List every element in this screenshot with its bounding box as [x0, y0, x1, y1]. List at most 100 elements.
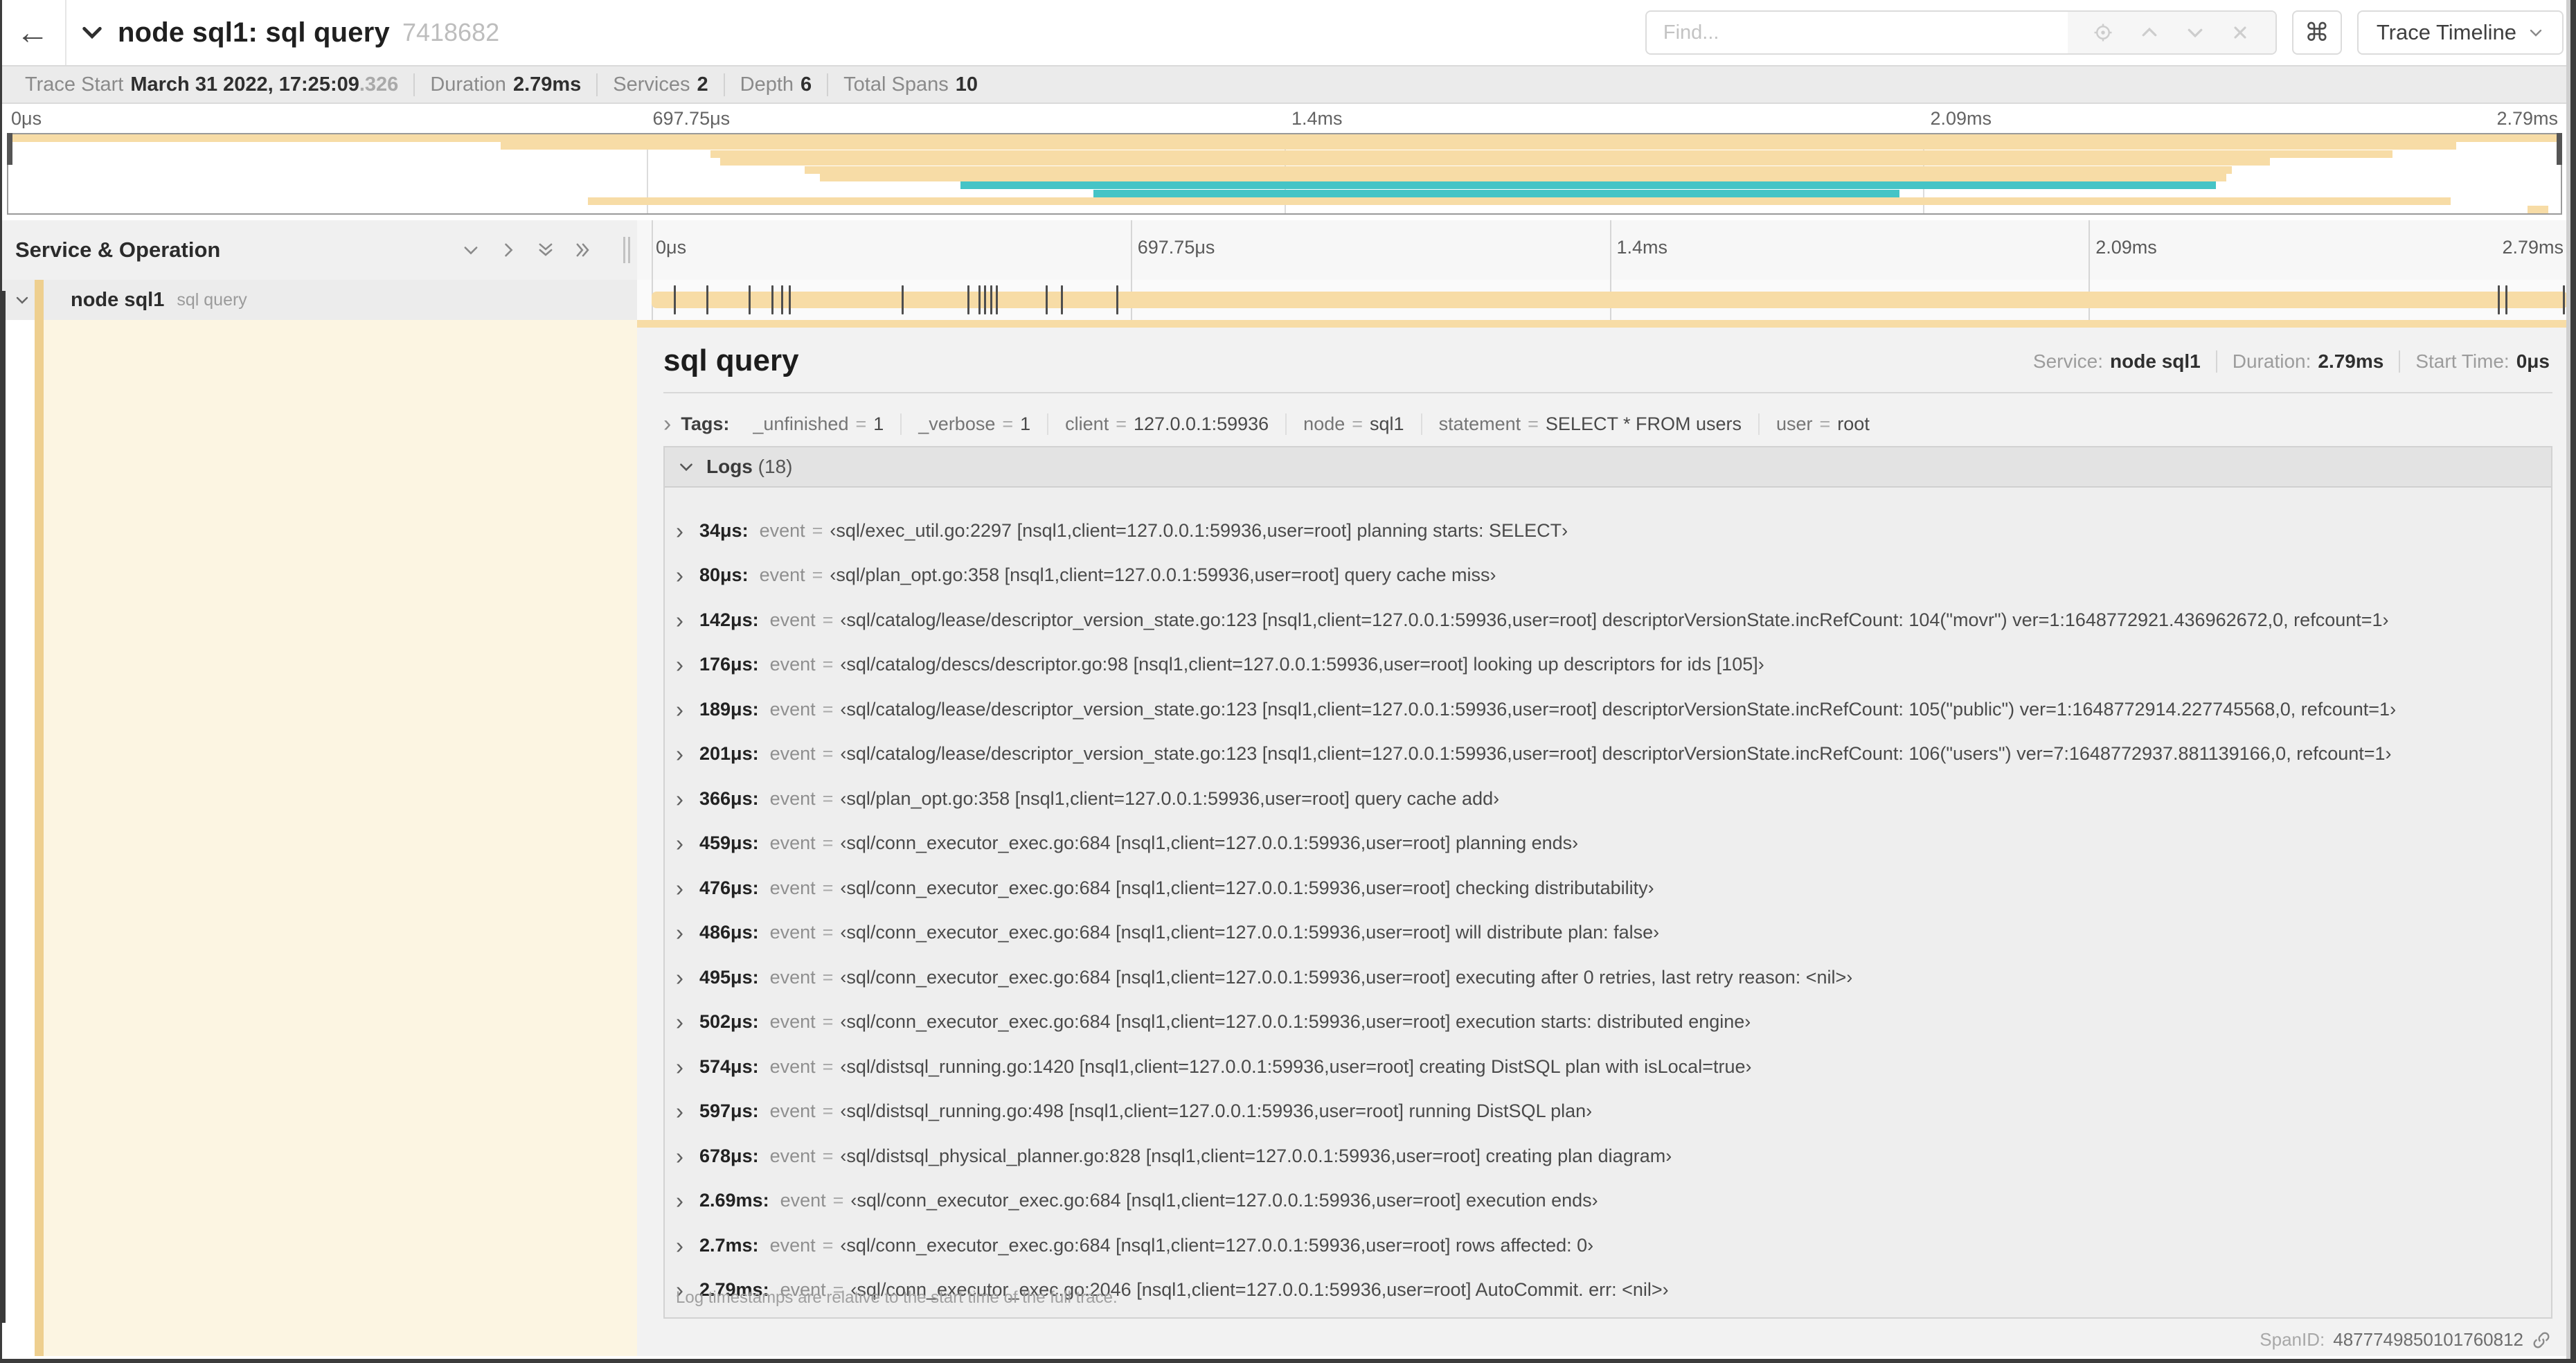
log-field-key: event — [769, 877, 816, 898]
detail-operation-title: sql query — [663, 344, 799, 377]
log-field-key: event — [769, 1011, 816, 1033]
back-button[interactable]: ← — [0, 0, 66, 65]
span-row-timeline-cell[interactable] — [637, 280, 2570, 320]
span-service-name: node sql1 — [71, 288, 165, 311]
minimap-canvas[interactable] — [7, 133, 2562, 215]
log-field-value: ‹sql/catalog/lease/descriptor_version_st… — [840, 698, 2397, 720]
minimap-left-handle[interactable] — [7, 133, 12, 165]
tag-item: client = 127.0.0.1:59936 — [1047, 413, 1285, 435]
equals-sign: = — [1002, 413, 1014, 434]
log-entry[interactable]: › 189μs: event = ‹sql/catalog/lease/descript… — [676, 687, 2551, 732]
log-field-value: ‹sql/catalog/lease/descriptor_version_st… — [840, 609, 2389, 630]
tag-item: _verbose = 1 — [900, 413, 1047, 435]
log-field-value: ‹sql/exec_util.go:2297 [nsql1,client=127… — [830, 519, 1568, 541]
span-detail-panel: sql query Service: node sql1 Duration: 2.79… — [637, 320, 2570, 1356]
expand-all-icon[interactable] — [573, 240, 593, 260]
chevron-right-icon: › — [676, 562, 683, 589]
detail-meta-item: Start Time: 0μs — [2399, 350, 2550, 373]
detail-meta-item: Duration: 2.79ms — [2215, 350, 2383, 373]
log-field-value: ‹sql/conn_executor_exec.go:684 [nsql1,cl… — [850, 1190, 1598, 1211]
span-row-name-cell[interactable]: node sql1 sql query — [0, 280, 637, 320]
left-scrollbar-thumb[interactable] — [0, 291, 6, 1323]
clear-find-icon[interactable] — [2230, 23, 2250, 42]
collapse-all-icon[interactable] — [536, 240, 555, 260]
span-id-footer: SpanID: 4877749850101760812 — [2260, 1329, 2551, 1351]
log-entry[interactable]: › 574μs: event = ‹sql/distsql_running.go:142… — [676, 1044, 2551, 1089]
log-entry[interactable]: › 459μs: event = ‹sql/conn_executor_exec.go:… — [676, 821, 2551, 866]
log-field-key: event — [769, 832, 816, 854]
log-entry[interactable]: › 176μs: event = ‹sql/catalog/descs/descript… — [676, 643, 2551, 688]
root-span-bar[interactable] — [652, 292, 2568, 308]
log-entry[interactable]: › 80μs: event = ‹sql/plan_opt.go:358 [nsql1,… — [676, 553, 2551, 598]
expand-one-icon[interactable] — [499, 240, 518, 260]
equals-sign: = — [812, 519, 823, 541]
trace-title-group: node sql1: sql query 7418682 — [80, 0, 499, 65]
equals-sign: = — [1528, 413, 1539, 434]
log-entry[interactable]: › 2.7ms: event = ‹sql/conn_executor_exec.go:… — [676, 1223, 2551, 1268]
tick-label: 2.09ms — [1930, 108, 1992, 129]
log-entry[interactable]: › 366μs: event = ‹sql/plan_opt.go:358 [nsql1… — [676, 776, 2551, 821]
chevron-right-icon: › — [676, 1188, 683, 1214]
log-marker — [1061, 285, 1064, 314]
trace-collapse-toggle[interactable] — [80, 20, 105, 45]
log-timestamp: 142μs: — [699, 609, 759, 630]
minimap-span — [820, 174, 2227, 181]
log-field-key: event — [769, 1145, 816, 1166]
detail-meta: Service: node sql1 Duration: 2.79ms Start Ti… — [2033, 350, 2550, 373]
log-entry[interactable]: › 34μs: event = ‹sql/exec_util.go:2297 [nsql… — [676, 508, 2551, 553]
log-entry[interactable]: › 201μs: event = ‹sql/catalog/lease/descript… — [676, 732, 2551, 777]
equals-sign: = — [822, 654, 834, 675]
logs-label: Logs — [706, 456, 753, 477]
log-field-key: event — [759, 564, 805, 586]
right-scrollbar-thumb[interactable] — [2570, 0, 2576, 1363]
keyboard-shortcuts-button[interactable]: ⌘ — [2291, 10, 2342, 55]
log-entry[interactable]: › 597μs: event = ‹sql/distsql_running.go:498… — [676, 1089, 2551, 1134]
log-entry[interactable]: › 502μs: event = ‹sql/conn_executor_exec.go:… — [676, 1000, 2551, 1045]
log-entry[interactable]: › 486μs: event = ‹sql/conn_executor_exec.go:… — [676, 911, 2551, 956]
chevron-right-icon: › — [676, 652, 683, 678]
log-field-value: ‹sql/catalog/descs/descriptor.go:98 [nsq… — [840, 654, 1764, 675]
log-field-key: event — [769, 1055, 816, 1077]
logs-header[interactable]: Logs (18) — [665, 447, 2551, 488]
column-resize-grip[interactable] — [623, 237, 633, 263]
log-field-key: event — [769, 966, 816, 988]
tag-key: _verbose — [918, 413, 996, 434]
chevron-right-icon: › — [676, 830, 683, 857]
log-field-value: ‹sql/conn_executor_exec.go:684 [nsql1,cl… — [840, 877, 1654, 898]
tag-item: user = root — [1757, 413, 1886, 435]
minimap-right-handle[interactable] — [2557, 133, 2562, 165]
equals-sign: = — [822, 609, 834, 630]
log-entry[interactable]: › 678μs: event = ‹sql/distsql_physical_plann… — [676, 1134, 2551, 1179]
log-entry[interactable]: › 495μs: event = ‹sql/conn_executor_exec.go:… — [676, 955, 2551, 1000]
collapse-one-icon[interactable] — [461, 240, 481, 260]
log-field-value: ‹sql/conn_executor_exec.go:684 [nsql1,cl… — [840, 966, 1853, 988]
timeline-grid-header: Service & Operation 0μs 697.75μs 1.4ms 2.09… — [0, 220, 2570, 281]
next-match-icon[interactable] — [2185, 22, 2206, 43]
span-id-label: SpanID: — [2260, 1329, 2325, 1350]
equals-sign: = — [822, 1055, 834, 1077]
tag-key: user — [1776, 413, 1813, 434]
view-mode-dropdown[interactable]: Trace Timeline — [2356, 10, 2564, 55]
tick-label: 697.75μs — [1137, 237, 1215, 258]
chevron-down-icon — [16, 296, 28, 304]
detail-left-highlight — [44, 320, 637, 1356]
span-operation-name: sql query — [177, 289, 247, 310]
log-marker — [706, 285, 709, 314]
prev-match-icon[interactable] — [2139, 22, 2160, 43]
span-collapse-chevron[interactable] — [14, 292, 30, 308]
logs-section: Logs (18) › 34μs: event = ‹sql/exec_util.go:… — [663, 446, 2552, 1319]
minimap-span — [8, 134, 2561, 142]
log-field-value: ‹sql/plan_opt.go:358 [nsql1,client=127.0… — [840, 787, 1500, 809]
link-icon[interactable] — [2532, 1330, 2551, 1350]
tag-value: root — [1837, 413, 1870, 434]
chevron-right-icon: › — [676, 964, 683, 990]
log-entry[interactable]: › 142μs: event = ‹sql/catalog/lease/descript… — [676, 598, 2551, 643]
tags-row[interactable]: › Tags: _unfinished = 1 _verbose = 1 client = 12… — [663, 406, 2552, 442]
tag-item: node = sql1 — [1285, 413, 1420, 435]
tag-value: 127.0.0.1:59936 — [1133, 413, 1269, 434]
find-input[interactable] — [1646, 12, 2068, 53]
log-entry[interactable]: › 476μs: event = ‹sql/conn_executor_exec.go:… — [676, 866, 2551, 911]
locate-icon[interactable] — [2093, 22, 2113, 43]
log-entry[interactable]: › 2.69ms: event = ‹sql/conn_executor_exec.go… — [676, 1179, 2551, 1224]
log-marker — [781, 285, 784, 314]
